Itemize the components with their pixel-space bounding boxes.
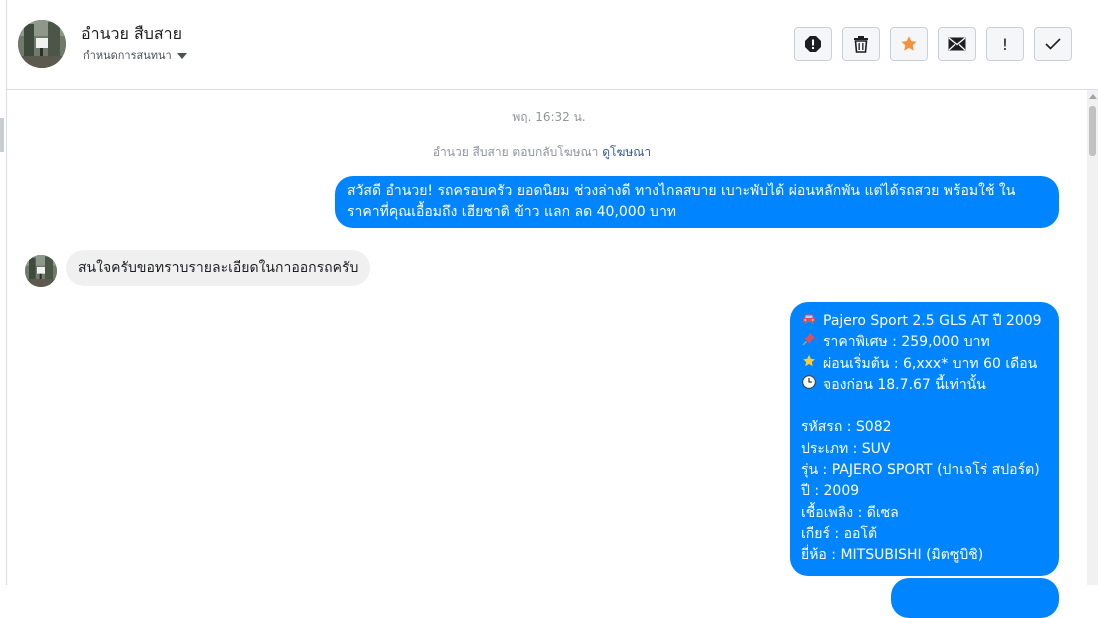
- detail-line: เชื้อเพลิง : ดีเซล: [801, 504, 899, 521]
- detail-text: ราคาพิเศษ : 259,000 บาท: [823, 334, 990, 351]
- detail-line: เกียร์ : ออโต้: [801, 525, 878, 542]
- detail-line: ผ่อนเริ่มต้น : 6,xxx* บาท 60 เดือน: [801, 354, 1048, 375]
- alert-icon: [805, 36, 821, 52]
- contact-name[interactable]: อำนวย สืบสาย: [81, 22, 182, 47]
- mark-done-button[interactable]: [1034, 27, 1072, 61]
- mail-icon: [948, 37, 966, 51]
- mark-spam-button[interactable]: [794, 27, 832, 61]
- clock-icon: [801, 375, 817, 396]
- ad-reply-text: อำนวย สืบสาย ตอบกลับโฆษณา: [432, 145, 599, 159]
- outgoing-message[interactable]: สวัสดี อำนวย! รถครอบครัว ยอดนิยม ช่วงล่า…: [335, 176, 1059, 228]
- contact-avatar[interactable]: [18, 20, 66, 68]
- important-button[interactable]: !: [986, 27, 1024, 61]
- important-icon: !: [1001, 34, 1009, 54]
- assign-conversation-label: กำหนดการสนทนา: [83, 49, 172, 62]
- caret-down-icon: [176, 53, 187, 59]
- trash-icon: [854, 36, 868, 53]
- detail-line: ประเภท : SUV: [801, 440, 891, 457]
- car-icon: [801, 311, 817, 332]
- delete-button[interactable]: [842, 27, 880, 61]
- detail-line: ราคาพิเศษ : 259,000 บาท: [801, 332, 1048, 353]
- sender-avatar[interactable]: [25, 255, 57, 287]
- incoming-message[interactable]: สนใจครับขอทราบรายละเอียดในกาออกรถครับ: [66, 250, 371, 286]
- assign-conversation-dropdown[interactable]: กำหนดการสนทนา: [83, 46, 187, 64]
- scroll-up-arrow-icon[interactable]: [1089, 94, 1097, 99]
- detail-line: รหัสรถ : S082: [801, 419, 892, 436]
- ad-reply-note: อำนวย สืบสาย ตอบกลับโฆษณา ดูโฆษณา: [0, 143, 1084, 162]
- detail-line: รุ่น : PAJERO SPORT (ปาเจโร่ สปอร์ต): [801, 462, 1040, 479]
- star-button[interactable]: [890, 27, 928, 61]
- detail-line: ยี่ห้อ : MITSUBISHI (มิตซูบิชิ): [801, 547, 984, 564]
- message-scrollbar[interactable]: [1087, 90, 1098, 585]
- conversation-header: อำนวย สืบสาย กำหนดการสนทนา !: [7, 0, 1098, 90]
- detail-text: Pajero Sport 2.5 GLS AT ปี 2009: [823, 313, 1042, 329]
- view-ad-link[interactable]: ดูโฆษณา: [602, 145, 651, 159]
- check-icon: [1045, 38, 1061, 50]
- outgoing-message-partial[interactable]: [891, 578, 1059, 618]
- detail-line: จองก่อน 18.7.67 นี้เท่านั้น: [801, 375, 1048, 396]
- outgoing-message-car-details[interactable]: Pajero Sport 2.5 GLS AT ปี 2009 ราคาพิเศ…: [790, 302, 1059, 576]
- detail-line: ปี : 2009: [801, 483, 860, 500]
- mark-unread-button[interactable]: [938, 27, 976, 61]
- detail-line: Pajero Sport 2.5 GLS AT ปี 2009: [801, 311, 1048, 332]
- detail-text: จองก่อน 18.7.67 นี้เท่านั้น: [823, 376, 986, 393]
- detail-text: ผ่อนเริ่มต้น : 6,xxx* บาท 60 เดือน: [823, 355, 1038, 372]
- star-icon: [901, 36, 917, 51]
- header-actions: !: [794, 27, 1072, 61]
- left-panel-edge: [0, 0, 7, 585]
- pushpin-icon: [801, 332, 817, 353]
- star-icon: [801, 354, 817, 375]
- message-timestamp: พฤ. 16:32 น.: [512, 110, 586, 124]
